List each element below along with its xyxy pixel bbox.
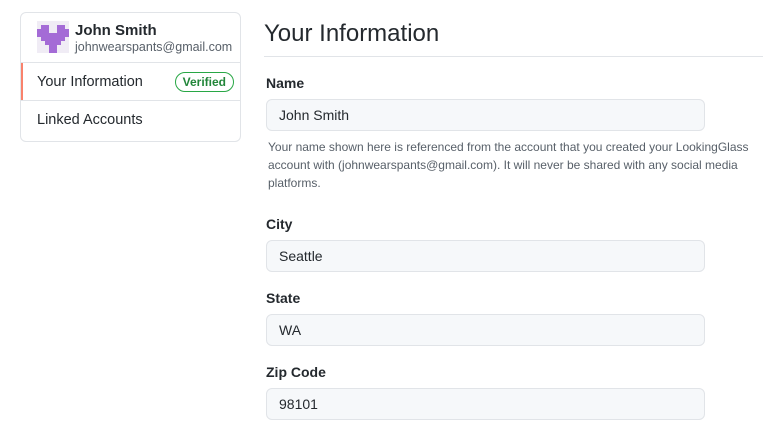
name-help-text: Your name shown here is referenced from …: [268, 140, 749, 190]
zip-code-field[interactable]: [266, 388, 705, 420]
avatar: [37, 21, 69, 53]
profile-email: johnwearspants@gmail.com: [75, 40, 233, 54]
profile-header: John Smith johnwearspants@gmail.com: [21, 13, 240, 63]
city-label: City: [266, 216, 293, 232]
sidebar-item-linked-accounts[interactable]: Linked Accounts: [21, 101, 240, 139]
title-divider: [264, 56, 763, 57]
state-field[interactable]: [266, 314, 705, 346]
sidebar-item-label: Your Information: [37, 74, 143, 90]
verified-badge: Verified: [174, 72, 234, 92]
name-label: Name: [266, 75, 305, 91]
zip-code-label: Zip Code: [266, 364, 326, 380]
sidebar-item-label: Linked Accounts: [37, 112, 143, 128]
sidebar-item-your-information[interactable]: Your Information Verified: [21, 63, 240, 101]
pixel-avatar-icon: [37, 21, 69, 53]
city-field[interactable]: [266, 240, 705, 272]
state-label: State: [266, 290, 301, 306]
profile-name: John Smith: [75, 22, 157, 39]
name-field[interactable]: [266, 99, 705, 131]
page-title: Your Information: [264, 20, 440, 47]
account-sidebar: John Smith johnwearspants@gmail.com Your…: [20, 12, 241, 142]
